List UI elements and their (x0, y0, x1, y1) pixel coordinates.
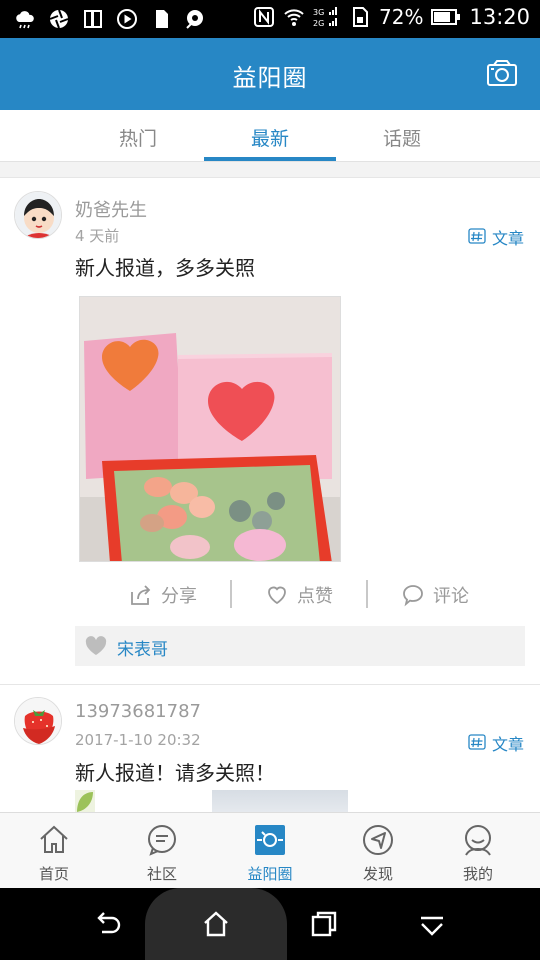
home-button-icon[interactable] (200, 908, 232, 940)
post-author[interactable]: 奶爸先生 (75, 196, 147, 222)
tab-hot[interactable]: 热门 (72, 124, 204, 151)
post-type-tag: 文章 (468, 225, 524, 249)
wifi-icon (284, 9, 304, 26)
post-author[interactable]: 13973681787 (75, 701, 201, 722)
post-time: 4 天前 (75, 227, 120, 245)
comment-label: 评论 (433, 586, 469, 607)
app-header: 益阳圈 (0, 38, 540, 110)
back-icon[interactable] (92, 908, 124, 940)
like-label: 点赞 (297, 586, 333, 607)
sim-card-icon (353, 7, 369, 27)
gift-box-flowers-image (80, 297, 340, 561)
nav-profile[interactable]: 我的 (428, 821, 528, 887)
camera-icon[interactable] (486, 58, 518, 88)
post-type-label: 文章 (491, 735, 524, 754)
nav-label: 社区 (146, 865, 177, 883)
recent-apps-icon[interactable] (308, 908, 340, 940)
avatar[interactable] (14, 697, 62, 745)
nav-home[interactable]: 首页 (4, 821, 104, 887)
nav-yiyang-circle[interactable]: 益阳圈 (220, 821, 320, 887)
post-actions: 分享 点赞 评论 (75, 578, 525, 612)
play-icon (117, 9, 137, 29)
page-title: 益阳圈 (232, 64, 308, 92)
liked-by-bar: 宋表哥 (75, 626, 525, 666)
action-separator (230, 580, 232, 608)
notification-icons (14, 8, 206, 30)
hide-keyboard-icon[interactable] (416, 908, 448, 940)
share-icon (131, 585, 151, 605)
nav-label: 我的 (462, 865, 493, 883)
post-photo[interactable] (212, 790, 348, 812)
nav-discover[interactable]: 发现 (328, 821, 428, 887)
camera-circle-icon (255, 825, 285, 855)
post-type-tag: 文章 (468, 731, 524, 755)
avatar[interactable] (14, 191, 62, 239)
section-divider (0, 162, 540, 178)
nav-label: 发现 (362, 865, 393, 883)
clock: 13:20 (469, 5, 530, 29)
bottom-navigation: 首页 社区 益阳圈 发现 我的 (0, 812, 540, 888)
post-photo[interactable] (79, 296, 341, 562)
post-divider (0, 684, 540, 685)
search-bubble-icon (186, 10, 203, 29)
nfc-icon (254, 7, 275, 27)
share-button[interactable]: 分享 (129, 582, 197, 608)
feed-tabs: 热门 最新 话题 (0, 110, 540, 162)
action-separator (366, 580, 368, 608)
status-bar: 3G 2G 72% 13:20 (0, 0, 540, 38)
tab-latest[interactable]: 最新 (204, 124, 336, 151)
like-button[interactable]: 点赞 (265, 582, 333, 608)
battery-icon (431, 9, 461, 25)
app-window-icon (84, 10, 102, 28)
comment-button[interactable]: 评论 (401, 582, 469, 608)
leaf-image (75, 790, 95, 812)
nav-community[interactable]: 社区 (112, 821, 212, 887)
post-photo[interactable] (75, 790, 95, 812)
nav-label: 益阳圈 (247, 865, 293, 883)
post-content: 新人报道，多多关照 (75, 256, 255, 280)
strawberry-avatar-icon (15, 698, 61, 744)
share-label: 分享 (161, 586, 197, 607)
system-navigation-bar (0, 888, 540, 960)
battery-percentage: 72% (379, 5, 424, 29)
hashtag-icon (468, 228, 486, 244)
nav-label: 首页 (38, 865, 69, 883)
comment-icon (403, 585, 423, 607)
sd-card-icon (156, 10, 168, 28)
aperture-icon (49, 9, 69, 29)
cellular-signal-icon: 3G2G (313, 7, 338, 28)
post-time: 2017-1-10 20:32 (75, 731, 201, 749)
home-icon (40, 825, 68, 853)
cartoon-boy-avatar-icon (15, 192, 61, 238)
active-tab-indicator (204, 157, 336, 161)
svg-text:2G: 2G (313, 19, 324, 28)
system-indicators: 3G 2G 72% 13:20 (253, 5, 530, 29)
person-icon (465, 825, 491, 856)
chat-bubble-icon (148, 825, 176, 856)
hashtag-icon (468, 734, 486, 750)
heart-filled-icon (85, 636, 107, 655)
svg-text:3G: 3G (313, 8, 324, 17)
compass-icon (363, 825, 393, 855)
tab-topics[interactable]: 话题 (336, 124, 468, 151)
weather-icon (16, 11, 34, 29)
post-type-label: 文章 (491, 229, 524, 248)
liked-by-user[interactable]: 宋表哥 (117, 635, 168, 660)
post-content: 新人报道！请多关照！ (75, 761, 275, 785)
heart-outline-icon (268, 586, 286, 605)
